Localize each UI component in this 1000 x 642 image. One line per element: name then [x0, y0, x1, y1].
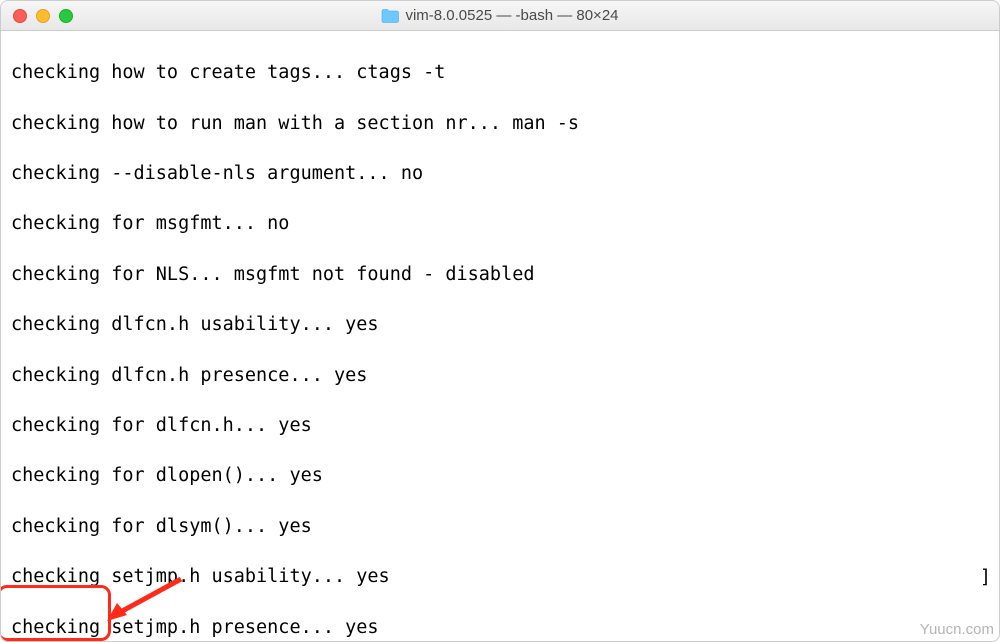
terminal-line: checking setjmp.h usability... yes — [11, 564, 989, 589]
folder-icon — [381, 9, 399, 23]
close-icon[interactable] — [13, 9, 27, 23]
terminal-window: vim-8.0.0525 — -bash — 80×24 checking ho… — [0, 0, 1000, 642]
window-title: vim-8.0.0525 — -bash — 80×24 — [405, 7, 618, 24]
traffic-lights — [13, 9, 73, 23]
terminal-line: checking for dlopen()... yes — [11, 463, 989, 488]
terminal-line: checking setjmp.h presence... yes — [11, 615, 989, 640]
terminal-line: checking for dlsym()... yes — [11, 514, 989, 539]
terminal-line: checking for dlfcn.h... yes — [11, 413, 989, 438]
terminal-line: checking how to run man with a section n… — [11, 111, 989, 136]
terminal-line: checking how to create tags... ctags -t — [11, 60, 989, 85]
terminal-body[interactable]: checking how to create tags... ctags -t … — [1, 31, 999, 642]
terminal-line: checking for NLS... msgfmt not found - d… — [11, 262, 989, 287]
terminal-line: checking --disable-nls argument... no — [11, 161, 989, 186]
right-bracket: ] — [980, 565, 991, 590]
minimize-icon[interactable] — [36, 9, 50, 23]
zoom-icon[interactable] — [59, 9, 73, 23]
watermark: Yuucn.com — [920, 621, 994, 638]
terminal-line: checking for msgfmt... no — [11, 211, 989, 236]
terminal-line: checking dlfcn.h presence... yes — [11, 363, 989, 388]
titlebar[interactable]: vim-8.0.0525 — -bash — 80×24 — [1, 1, 999, 31]
window-title-group: vim-8.0.0525 — -bash — 80×24 — [381, 7, 618, 24]
terminal-line: checking dlfcn.h usability... yes — [11, 312, 989, 337]
